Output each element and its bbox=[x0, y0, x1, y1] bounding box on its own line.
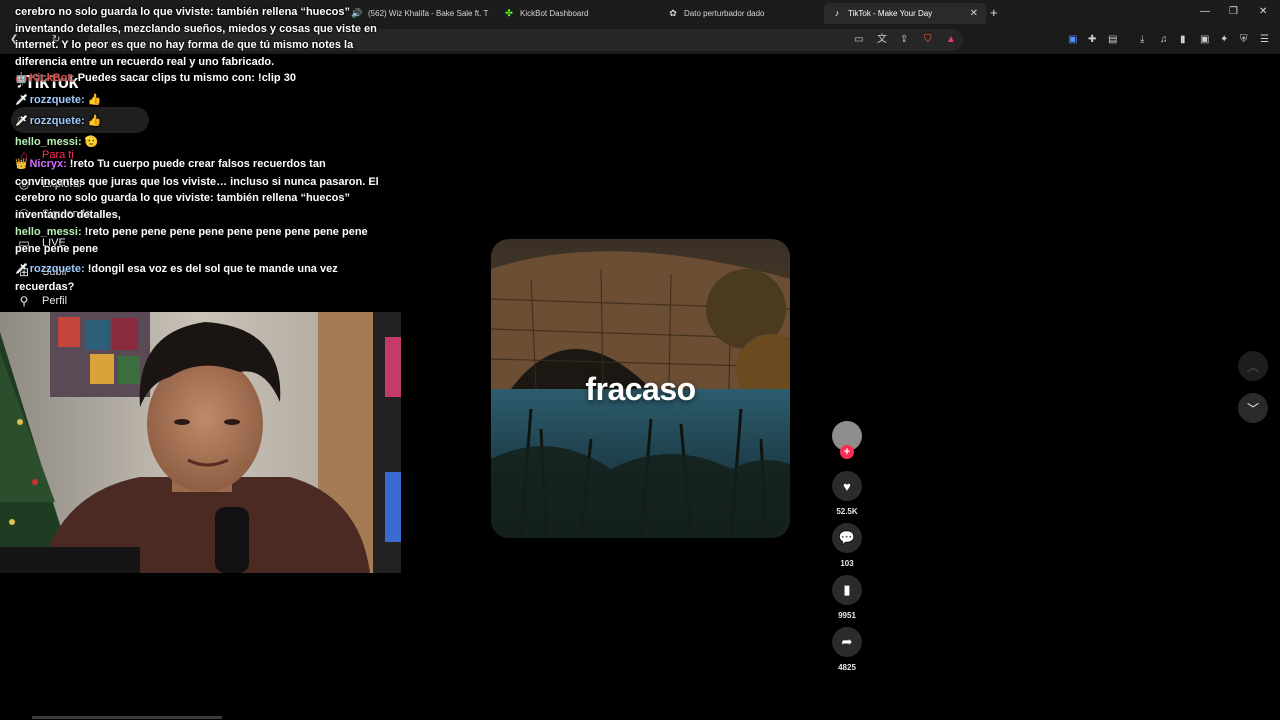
wallet-icon[interactable]: ▣ bbox=[1200, 33, 1209, 47]
chat-text: cerebro no solo guarda lo que viviste: t… bbox=[15, 6, 377, 68]
follow-button[interactable]: + bbox=[840, 445, 854, 459]
webcam-image bbox=[0, 312, 401, 573]
chat-message: 🗡 rozzquete: 👍 bbox=[15, 92, 395, 110]
chat-text: 🫡 bbox=[84, 136, 99, 148]
openai-icon: ✿ bbox=[669, 8, 677, 18]
previous-video-button[interactable]: ︿ bbox=[1238, 351, 1268, 381]
menu-icon[interactable]: ☰ bbox=[1260, 33, 1269, 47]
chat-username: hello_messi: bbox=[15, 136, 82, 148]
minimize-icon[interactable]: — bbox=[1200, 6, 1210, 17]
chat-username: rozzquete: bbox=[29, 115, 85, 127]
heart-icon[interactable]: ♥ bbox=[832, 471, 862, 501]
save-count: 9951 bbox=[838, 611, 856, 620]
chat-message: 🗡 rozzquete: !dongil esa voz es del sol qu… bbox=[15, 261, 395, 295]
tab-title: TikTok - Make Your Day bbox=[848, 9, 933, 18]
video-player[interactable]: fracaso bbox=[491, 239, 790, 538]
next-video-button[interactable]: ﹀ bbox=[1238, 393, 1268, 423]
share-icon[interactable]: ⇪ bbox=[900, 33, 908, 47]
download-icon[interactable]: ⤓ bbox=[1140, 33, 1144, 47]
chevron-down-icon: ﹀ bbox=[1246, 401, 1259, 416]
tiktok-icon: ♪ bbox=[834, 8, 840, 18]
tab-kickbot[interactable]: ✣ KickBot Dashboard bbox=[496, 3, 656, 24]
chevron-up-icon: ︿ bbox=[1246, 359, 1259, 374]
comment-action[interactable]: 💬 103 bbox=[832, 523, 862, 568]
share-arrow-icon[interactable]: ➦ bbox=[832, 627, 862, 657]
tab-dato-perturbador[interactable]: ✿ Dato perturbador dado bbox=[660, 3, 820, 24]
sword-badge-icon: 🗡 bbox=[15, 95, 28, 106]
chat-message: 🗡 rozzquete: 👍 bbox=[15, 113, 395, 131]
bookmark-icon[interactable]: ▮ bbox=[832, 575, 862, 605]
brave-shield-icon[interactable]: ⛉ bbox=[924, 33, 932, 47]
webcam-feed bbox=[0, 312, 401, 573]
nav-label: Perfil bbox=[42, 295, 68, 307]
cast-icon[interactable]: ▭ bbox=[854, 33, 863, 47]
crown-badge-icon: 👑 bbox=[15, 159, 28, 170]
chat-message: 🤖 KickBot: Puedes sacar clips tu mismo con… bbox=[15, 70, 395, 88]
brave-rewards-icon[interactable]: ▲ bbox=[946, 33, 956, 47]
horizontal-scrollbar[interactable] bbox=[32, 716, 222, 719]
close-window-icon[interactable]: ✕ bbox=[1259, 6, 1267, 17]
close-tab-icon[interactable]: ✕ bbox=[970, 8, 978, 19]
chat-text: !reto Tu cuerpo puede crear falsos recue… bbox=[15, 158, 379, 221]
vpn-icon[interactable]: ⛨ bbox=[1240, 33, 1248, 47]
extension-icon[interactable]: ▤ bbox=[1108, 33, 1117, 47]
tab-title: KickBot Dashboard bbox=[520, 9, 589, 18]
chat-username: rozzquete: bbox=[29, 94, 85, 106]
tab-title: Dato perturbador dado bbox=[684, 9, 765, 18]
save-action[interactable]: ▮ 9951 bbox=[832, 575, 862, 620]
comment-icon[interactable]: 💬 bbox=[832, 523, 862, 553]
chat-username: rozzquete: bbox=[29, 263, 85, 275]
comment-count: 103 bbox=[840, 559, 854, 568]
chat-message: cerebro no solo guarda lo que viviste: t… bbox=[15, 4, 395, 70]
like-action[interactable]: ♥ 52.5K bbox=[832, 471, 862, 516]
music-icon[interactable]: ♫ bbox=[1160, 33, 1168, 47]
sword-badge-icon: 🗡 bbox=[15, 116, 28, 127]
like-count: 52.5K bbox=[836, 507, 858, 516]
chat-username: Nicryx: bbox=[29, 158, 67, 170]
sword-badge-icon: 🗡 bbox=[15, 264, 28, 275]
leo-ai-icon[interactable]: ✦ bbox=[1220, 33, 1228, 47]
translate-icon[interactable]: 文 bbox=[877, 33, 887, 47]
chat-message: 👑 Nicryx: !reto Tu cuerpo puede crear fals… bbox=[15, 156, 395, 223]
chat-username: hello_messi: bbox=[15, 226, 82, 238]
chat-text: 👍 bbox=[87, 94, 102, 106]
chat-message: hello_messi: !reto pene pene pene pene pe… bbox=[15, 224, 395, 257]
nav-perfil[interactable]: ⚲ Perfil bbox=[16, 294, 67, 308]
share-action[interactable]: ➦ 4825 bbox=[832, 627, 862, 672]
profile-icon: ⚲ bbox=[19, 294, 29, 308]
chat-text: 👍 bbox=[87, 115, 102, 127]
sidebar-icon[interactable]: ▮ bbox=[1180, 33, 1186, 47]
bot-badge-icon: 🤖 bbox=[15, 73, 28, 84]
chat-message: hello_messi: 🫡 bbox=[15, 134, 395, 151]
tab-tiktok[interactable]: ♪ TikTok - Make Your Day ✕ bbox=[824, 3, 986, 24]
translate-extension-icon[interactable]: ▣ bbox=[1068, 33, 1077, 47]
new-tab-button[interactable]: + bbox=[990, 5, 998, 20]
share-count: 4825 bbox=[838, 663, 856, 672]
restore-icon[interactable]: ❐ bbox=[1229, 6, 1238, 17]
kick-icon: ✣ bbox=[505, 8, 513, 18]
video-caption: fracaso bbox=[585, 371, 696, 407]
puzzle-icon[interactable]: ✚ bbox=[1088, 33, 1096, 47]
chat-text: Puedes sacar clips tu mismo con: !clip 3… bbox=[77, 72, 296, 84]
chat-username: KickBot: bbox=[29, 72, 75, 84]
